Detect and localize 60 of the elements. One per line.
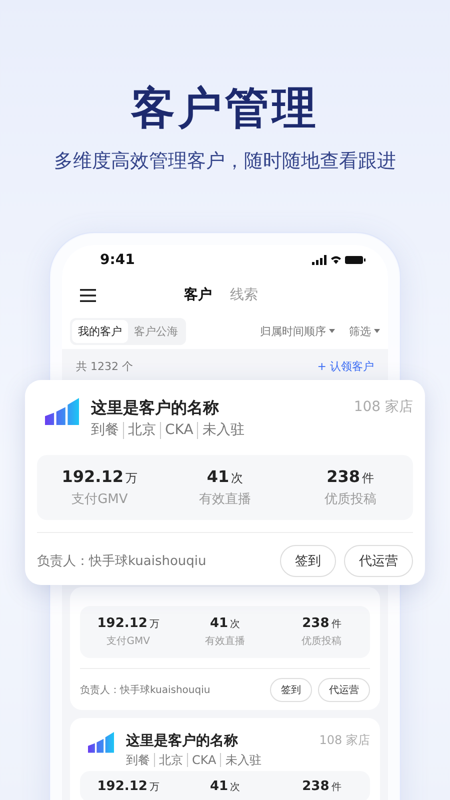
customer-tag: 到餐 — [91, 422, 123, 439]
customer-tag: CKA — [187, 753, 220, 768]
customer-card[interactable]: 192.12 万 支付GMV 41 次 有效直播 238 件 优质投稿 负责人：快手球kuaishouqiu 签到 代运营 — [70, 587, 380, 710]
stat-label: 支付GMV — [72, 490, 128, 508]
store-count: 108 家店 — [354, 398, 413, 417]
stat-unit: 次 — [230, 781, 240, 794]
stat-value: 192.12 — [97, 616, 148, 631]
store-count: 108 家店 — [319, 732, 370, 749]
action-button[interactable]: 代运营 — [318, 678, 370, 702]
customer-count: 共 1232 个 — [76, 358, 133, 374]
customer-card[interactable]: 这里是客户的名称 108 家店 到餐 北京 CKA 未入驻 192.12 万 41 次 238 件 — [70, 718, 380, 800]
bar-chart-logo-icon — [88, 732, 114, 753]
stat-unit: 件 — [331, 618, 342, 631]
customer-tag: 未入驻 — [197, 422, 248, 439]
action-button[interactable]: 签到 — [270, 678, 312, 702]
stat-unit: 万 — [149, 781, 160, 794]
stat-value: 41 — [206, 466, 230, 486]
status-icons — [312, 255, 366, 265]
customer-name: 这里是客户的名称 — [126, 732, 238, 750]
owner-text: 负责人：快手球kuaishouqiu — [37, 552, 206, 570]
stat-label: 优质投稿 — [324, 490, 376, 508]
stat-label: 支付GMV — [106, 634, 150, 648]
dropdown-button[interactable]: 归属时间顺序 — [260, 324, 335, 338]
customer-tag: 北京 — [123, 422, 160, 439]
menu-icon[interactable] — [80, 288, 96, 302]
stat-unit: 次 — [231, 470, 244, 487]
stat-value: 192.12 — [62, 466, 124, 486]
customer-tag: 未入驻 — [220, 753, 266, 768]
segment-tab[interactable]: 我的客户 — [72, 320, 128, 342]
page-headline: 客户管理 — [131, 82, 319, 136]
customer-tag: CKA — [160, 422, 198, 439]
caret-icon — [374, 329, 380, 333]
customer-name: 这里是客户的名称 — [91, 398, 219, 419]
stat-value: 238 — [302, 616, 330, 631]
action-button[interactable]: 代运营 — [344, 544, 413, 577]
customer-tag: 北京 — [154, 753, 187, 768]
stat-label: 优质投稿 — [302, 634, 342, 648]
stat-unit: 次 — [230, 618, 240, 631]
action-button[interactable]: 签到 — [280, 544, 336, 577]
stat-value: 192.12 — [97, 779, 148, 794]
owner-text: 负责人：快手球kuaishouqiu — [80, 684, 210, 697]
customer-tag: 到餐 — [126, 753, 154, 768]
stat-value: 238 — [302, 779, 330, 794]
bar-chart-logo-icon — [45, 398, 79, 426]
stat-value: 41 — [210, 616, 228, 631]
stat-value: 41 — [210, 779, 228, 794]
stat-unit: 万 — [126, 470, 138, 487]
stat-unit: 件 — [362, 470, 374, 487]
claim-link[interactable]: + 认领客户 — [317, 358, 374, 374]
stat-label: 有效直播 — [205, 634, 245, 648]
stat-unit: 万 — [149, 618, 160, 631]
stat-value: 238 — [326, 466, 360, 486]
stat-unit: 件 — [331, 781, 342, 794]
customer-card[interactable]: 这里是客户的名称 108 家店 到餐 北京 CKA 未入驻 192.12 万 支付GMV 41 次 有效直播 238 件 优质投稿 负责人：快手球kuaishouqiu 签到 代运营 — [25, 380, 425, 585]
dropdown-button[interactable]: 筛选 — [349, 324, 380, 338]
caret-icon — [329, 329, 335, 333]
status-time: 9:41 — [100, 252, 135, 268]
page-subtitle: 多维度高效管理客户，随时随地查看跟进 — [54, 149, 396, 174]
stat-label: 有效直播 — [198, 490, 251, 508]
nav-tab[interactable]: 客户 — [184, 286, 212, 304]
